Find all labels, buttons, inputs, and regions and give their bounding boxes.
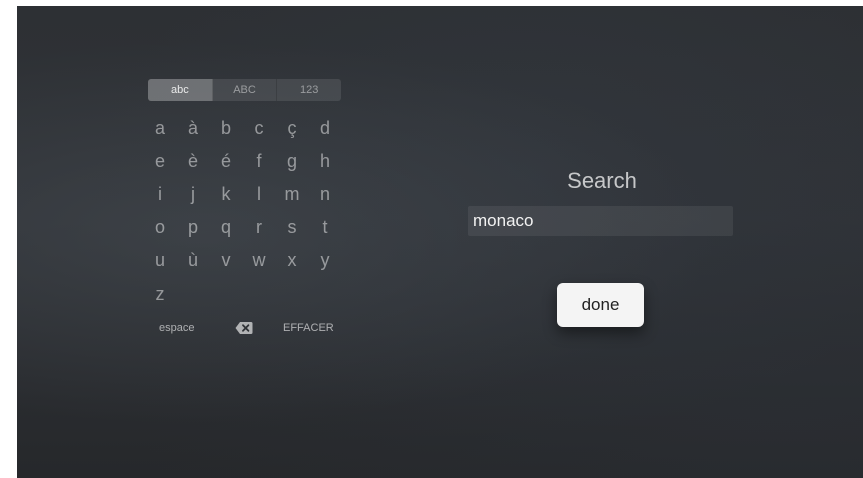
tab-lowercase[interactable]: abc bbox=[148, 79, 213, 101]
tab-numbers[interactable]: 123 bbox=[277, 79, 341, 101]
key-x[interactable]: x bbox=[279, 247, 305, 273]
key-f[interactable]: f bbox=[246, 148, 272, 174]
key-u[interactable]: u bbox=[147, 247, 173, 273]
key-w[interactable]: w bbox=[246, 247, 272, 273]
clear-key[interactable]: EFFACER bbox=[283, 320, 334, 336]
page-title: Search bbox=[567, 168, 637, 193]
key-c[interactable]: c bbox=[246, 115, 272, 141]
done-button[interactable]: done bbox=[557, 283, 644, 327]
key-e[interactable]: e bbox=[147, 148, 173, 174]
key-e-grave[interactable]: è bbox=[180, 148, 206, 174]
key-a[interactable]: a bbox=[147, 115, 173, 141]
key-n[interactable]: n bbox=[312, 181, 338, 207]
backspace-icon[interactable] bbox=[235, 321, 253, 335]
key-l[interactable]: l bbox=[246, 181, 272, 207]
key-q[interactable]: q bbox=[213, 214, 239, 240]
key-v[interactable]: v bbox=[213, 247, 239, 273]
key-i[interactable]: i bbox=[147, 181, 173, 207]
key-t[interactable]: t bbox=[312, 214, 338, 240]
key-h[interactable]: h bbox=[312, 148, 338, 174]
key-s[interactable]: s bbox=[279, 214, 305, 240]
key-u-grave[interactable]: ù bbox=[180, 247, 206, 273]
search-input[interactable]: monaco bbox=[468, 206, 733, 236]
key-p[interactable]: p bbox=[180, 214, 206, 240]
tv-search-screen: abc ABC 123 a à b c ç d e è é f g h i j … bbox=[17, 6, 863, 478]
key-d[interactable]: d bbox=[312, 115, 338, 141]
tab-uppercase[interactable]: ABC bbox=[213, 79, 278, 101]
keyboard-mode-tabs: abc ABC 123 bbox=[148, 79, 341, 101]
key-b[interactable]: b bbox=[213, 115, 239, 141]
key-e-acute[interactable]: é bbox=[213, 148, 239, 174]
key-r[interactable]: r bbox=[246, 214, 272, 240]
key-y[interactable]: y bbox=[312, 247, 338, 273]
key-c-cedilla[interactable]: ç bbox=[279, 115, 305, 141]
key-k[interactable]: k bbox=[213, 181, 239, 207]
key-j[interactable]: j bbox=[180, 181, 206, 207]
key-o[interactable]: o bbox=[147, 214, 173, 240]
space-key[interactable]: espace bbox=[159, 320, 194, 336]
key-z[interactable]: z bbox=[147, 281, 173, 307]
key-g[interactable]: g bbox=[279, 148, 305, 174]
key-a-grave[interactable]: à bbox=[180, 115, 206, 141]
key-m[interactable]: m bbox=[279, 181, 305, 207]
